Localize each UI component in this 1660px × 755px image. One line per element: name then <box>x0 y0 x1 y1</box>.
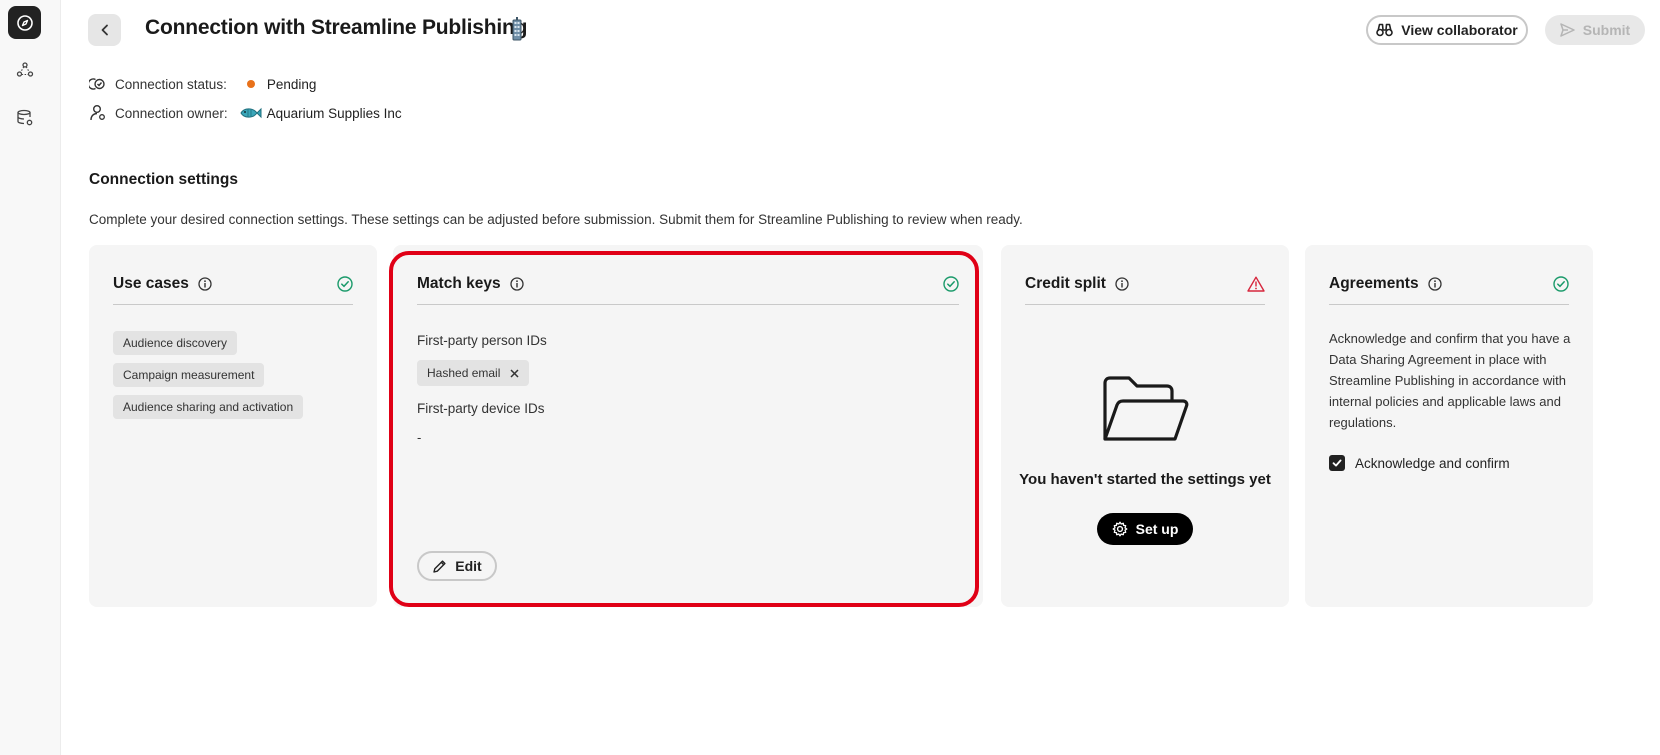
view-collaborator-label: View collaborator <box>1401 22 1518 38</box>
info-icon[interactable] <box>1427 277 1442 291</box>
agreements-title: Agreements <box>1329 275 1419 292</box>
credit-split-header: Credit split <box>1025 275 1265 305</box>
credit-split-card: Credit split You haven't started the set… <box>1001 245 1289 607</box>
agreement-text: Acknowledge and confirm that you have a … <box>1329 331 1571 430</box>
connection-status-icon <box>89 75 107 93</box>
back-button[interactable] <box>88 14 121 46</box>
agreements-header: Agreements <box>1329 275 1569 305</box>
check-circle-icon <box>1553 276 1569 292</box>
empty-state-text: You haven't started the settings yet <box>1019 471 1271 488</box>
use-cases-title: Use cases <box>113 275 189 292</box>
acknowledge-checkbox-row[interactable]: Acknowledge and confirm <box>1329 455 1510 471</box>
user-settings-icon <box>89 104 107 122</box>
building-icon <box>511 17 523 44</box>
agreements-card: Agreements Acknowledge and confirm that … <box>1305 245 1593 607</box>
connection-status-label: Connection status: <box>115 76 227 92</box>
status-text: Pending <box>266 76 317 92</box>
section-description: Complete your desired connection setting… <box>89 212 1023 227</box>
page-title: Connection with Streamline Publishing <box>145 16 528 39</box>
binoculars-icon <box>1376 23 1394 37</box>
use-cases-header: Use cases <box>113 275 353 305</box>
set-up-label: Set up <box>1135 521 1179 537</box>
nav-home-button[interactable] <box>8 6 41 39</box>
submit-button[interactable]: Submit <box>1545 15 1645 45</box>
section-title: Connection settings <box>89 171 238 188</box>
database-settings-icon <box>16 109 32 125</box>
info-icon[interactable] <box>1115 277 1129 291</box>
connection-status-value: Pending <box>246 76 317 92</box>
credit-split-title: Credit split <box>1025 275 1106 292</box>
status-dot <box>246 80 255 88</box>
connection-owner-label: Connection owner: <box>115 105 228 121</box>
connection-owner-value: Aquarium Supplies Inc <box>238 106 402 121</box>
use-case-chip: Audience discovery <box>113 331 238 355</box>
send-icon <box>1560 23 1575 37</box>
nav-collaboration-button[interactable] <box>8 53 41 86</box>
left-rail <box>0 0 61 755</box>
set-up-button[interactable]: Set up <box>1097 513 1193 545</box>
highlight-annotation <box>389 251 979 607</box>
check-circle-icon <box>337 276 353 292</box>
alert-triangle-icon <box>1247 276 1265 292</box>
use-cases-card: Use cases Audience discovery Campaign me… <box>89 245 377 607</box>
connection-owner-row: Connection owner: Aquarium Supplies Inc <box>89 104 402 122</box>
acknowledge-label: Acknowledge and confirm <box>1355 455 1510 471</box>
folder-open-icon <box>1103 376 1189 441</box>
checkmark-icon <box>1332 459 1342 467</box>
use-case-chip: Campaign measurement <box>113 363 265 387</box>
view-collaborator-button[interactable]: View collaborator <box>1366 15 1528 45</box>
connection-status-row: Connection status: Pending <box>89 75 316 93</box>
connections-icon <box>16 61 33 77</box>
nav-data-settings-button[interactable] <box>8 101 41 134</box>
submit-label: Submit <box>1582 22 1631 38</box>
fish-icon <box>240 107 262 119</box>
owner-name: Aquarium Supplies Inc <box>266 105 402 121</box>
acknowledge-checkbox[interactable] <box>1329 455 1345 471</box>
chevron-left-icon <box>101 24 108 36</box>
info-icon[interactable] <box>198 277 212 291</box>
gear-icon <box>1112 521 1128 537</box>
use-case-chip: Audience sharing and activation <box>113 395 304 419</box>
compass-icon <box>16 14 33 31</box>
